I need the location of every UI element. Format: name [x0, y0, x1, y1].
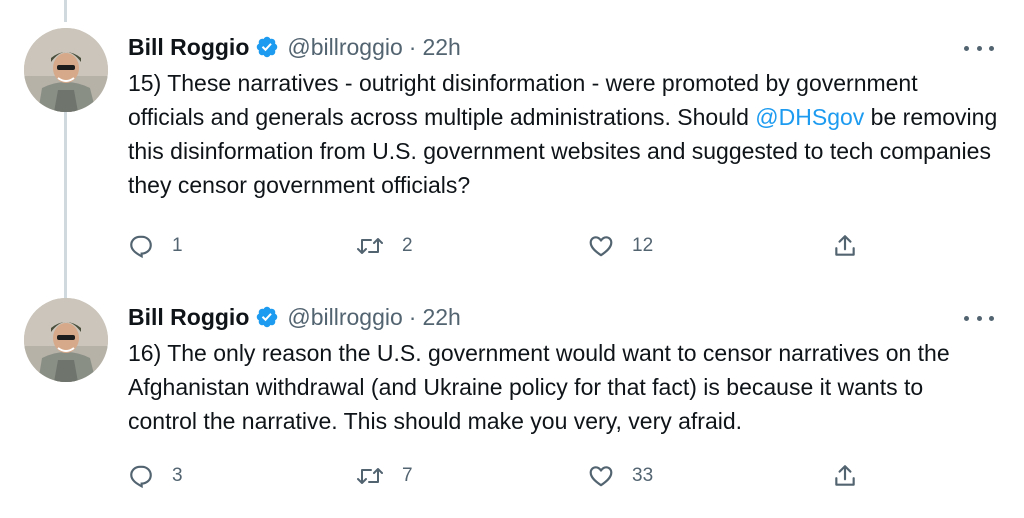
share-button[interactable]	[832, 226, 858, 266]
tweet-header: Bill Roggio @billroggio · 22h	[128, 302, 461, 332]
retweet-icon	[356, 233, 384, 259]
reply-button[interactable]: 1	[128, 226, 183, 266]
mention-link[interactable]: @DHSgov	[755, 104, 864, 130]
share-icon	[832, 233, 858, 259]
author-name[interactable]: Bill Roggio	[128, 304, 249, 331]
reply-button[interactable]: 3	[128, 456, 183, 496]
share-icon	[832, 463, 858, 489]
tweet-text: 15) These narratives - outright disinfor…	[128, 66, 998, 202]
like-count: 33	[632, 465, 654, 486]
avatar[interactable]	[24, 28, 108, 112]
reply-icon	[128, 463, 154, 489]
author-handle[interactable]: @billroggio	[287, 304, 402, 331]
tweet[interactable]: Bill Roggio @billroggio · 22h 15) These …	[0, 22, 1024, 292]
verified-badge-icon	[255, 35, 279, 59]
share-button[interactable]	[832, 456, 858, 496]
tweet-actions: 3 7 33	[128, 456, 868, 496]
separator-dot: ·	[408, 33, 417, 60]
author-handle[interactable]: @billroggio	[287, 34, 402, 61]
like-icon	[588, 463, 614, 489]
retweet-count: 7	[402, 465, 413, 486]
like-button[interactable]: 12	[588, 226, 653, 266]
timestamp[interactable]: 22h	[422, 304, 460, 331]
timestamp[interactable]: 22h	[422, 34, 460, 61]
thread-connector-line	[64, 0, 67, 22]
reply-count: 3	[172, 465, 183, 486]
reply-count: 1	[172, 235, 183, 256]
more-options-icon[interactable]	[964, 308, 994, 328]
author-name[interactable]: Bill Roggio	[128, 34, 249, 61]
reply-icon	[128, 233, 154, 259]
tweet-header: Bill Roggio @billroggio · 22h	[128, 32, 461, 62]
verified-badge-icon	[255, 305, 279, 329]
retweet-button[interactable]: 7	[356, 456, 413, 496]
avatar[interactable]	[24, 298, 108, 382]
like-button[interactable]: 33	[588, 456, 653, 496]
tweet-text: 16) The only reason the U.S. government …	[128, 340, 950, 434]
like-icon	[588, 233, 614, 259]
retweet-count: 2	[402, 235, 413, 256]
tweet-actions: 1 2 12	[128, 226, 868, 266]
like-count: 12	[632, 235, 654, 256]
tweet[interactable]: Bill Roggio @billroggio · 22h 16) The on…	[0, 292, 1024, 518]
retweet-button[interactable]: 2	[356, 226, 413, 266]
more-options-icon[interactable]	[964, 38, 994, 58]
retweet-icon	[356, 463, 384, 489]
separator-dot: ·	[408, 303, 417, 330]
